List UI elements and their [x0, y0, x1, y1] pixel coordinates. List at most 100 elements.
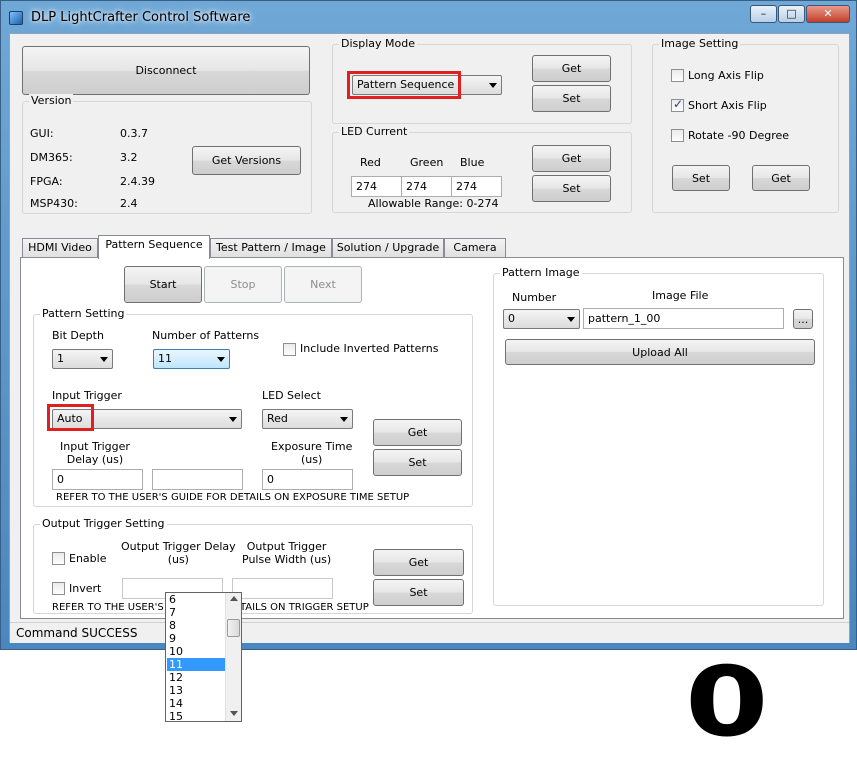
dropdown-option[interactable]: 14 [167, 697, 226, 710]
dropdown-option[interactable]: 12 [167, 671, 226, 684]
green-current-input[interactable]: 274 [401, 176, 452, 197]
chevron-down-icon [217, 357, 225, 362]
pattern-field-hidden[interactable] [152, 469, 243, 490]
enable-label: Enable [69, 552, 107, 565]
long-axis-flip-label: Long Axis Flip [688, 69, 764, 82]
dropdown-option[interactable]: 13 [167, 684, 226, 697]
number-of-patterns-value: 11 [158, 352, 172, 365]
number-of-patterns-select[interactable]: 11 [153, 349, 230, 369]
image-setting-set-button[interactable]: Set [672, 165, 730, 191]
long-axis-flip-checkbox[interactable] [671, 69, 684, 82]
rotate-checkbox[interactable] [671, 129, 684, 142]
upload-all-button[interactable]: Upload All [505, 339, 815, 365]
maximize-button[interactable]: □ [778, 5, 805, 23]
bit-depth-value: 1 [57, 352, 64, 365]
scroll-down-icon[interactable] [230, 711, 238, 716]
red-current-input[interactable]: 274 [351, 176, 402, 197]
invert-checkbox[interactable] [52, 582, 65, 595]
tab-solution-upgrade[interactable]: Solution / Upgrade [332, 238, 444, 258]
title-bar[interactable]: DLP LightCrafter Control Software – □ ✕ [1, 1, 857, 33]
include-inverted-checkbox[interactable] [283, 343, 296, 356]
tab-pattern-sequence[interactable]: Pattern Sequence [98, 235, 210, 259]
image-setting-get-button[interactable]: Get [752, 165, 810, 191]
green-label: Green [410, 156, 444, 169]
close-button[interactable]: ✕ [806, 5, 850, 23]
highlight-box-input-trigger [47, 404, 94, 431]
fpga-label: FPGA: [30, 175, 63, 188]
pattern-number-select[interactable]: 0 [503, 309, 580, 329]
window-title: DLP LightCrafter Control Software [31, 10, 251, 25]
tab-test-pattern-image[interactable]: Test Pattern / Image [210, 238, 332, 258]
exposure-time-label: Exposure Time (us) [271, 440, 353, 466]
image-file-label: Image File [652, 289, 709, 302]
display-mode-title: Display Mode [339, 37, 418, 50]
blue-current-input[interactable]: 274 [451, 176, 502, 197]
chevron-down-icon [489, 83, 497, 88]
number-of-patterns-label: Number of Patterns [152, 329, 260, 342]
display-mode-get-button[interactable]: Get [532, 55, 611, 82]
chevron-down-icon [567, 317, 575, 322]
start-button[interactable]: Start [124, 266, 202, 303]
short-axis-flip-label: Short Axis Flip [688, 99, 767, 112]
led-select-value: Red [267, 412, 288, 425]
gui-value: 0.3.7 [120, 127, 148, 140]
dropdown-option[interactable]: 6 [167, 593, 226, 606]
input-trigger-label: Input Trigger [52, 389, 122, 402]
dropdown-option[interactable]: 9 [167, 632, 226, 645]
pattern-preview: 0 [685, 646, 769, 758]
pattern-setting-title: Pattern Setting [40, 307, 127, 320]
fpga-value: 2.4.39 [120, 175, 155, 188]
dropdown-option[interactable]: 8 [167, 619, 226, 632]
highlight-box-display-mode [347, 71, 461, 99]
pattern-setting-set-button[interactable]: Set [373, 449, 462, 476]
scroll-up-icon[interactable] [230, 596, 238, 601]
dropdown-scrollbar[interactable] [225, 593, 241, 721]
include-inverted-label: Include Inverted Patterns [300, 342, 439, 355]
dropdown-option-selected[interactable]: 11 [167, 658, 226, 671]
app-window: DLP LightCrafter Control Software – □ ✕ … [0, 0, 857, 750]
exposure-time-input[interactable]: 0 [262, 469, 353, 490]
disconnect-button[interactable]: Disconnect [22, 46, 310, 95]
next-button[interactable]: Next [284, 266, 362, 303]
output-trigger-pulse-label: Output Trigger Pulse Width (us) [242, 540, 332, 566]
blue-label: Blue [460, 156, 485, 169]
scroll-thumb[interactable] [227, 619, 240, 637]
pattern-image-title: Pattern Image [500, 266, 582, 279]
number-of-patterns-dropdown-list[interactable]: 6 7 8 9 10 11 12 13 14 15 [165, 592, 242, 722]
image-file-input[interactable]: pattern_1_00 [583, 308, 784, 329]
browse-button[interactable]: ... [793, 309, 813, 329]
stop-button[interactable]: Stop [204, 266, 282, 303]
version-group-title: Version [29, 94, 74, 107]
input-trigger-delay-input[interactable]: 0 [52, 469, 143, 490]
display-mode-set-button[interactable]: Set [532, 85, 611, 112]
dm365-value: 3.2 [120, 151, 138, 164]
tab-camera[interactable]: Camera [444, 238, 506, 258]
led-current-get-button[interactable]: Get [532, 145, 611, 172]
led-select[interactable]: Red [262, 409, 353, 429]
output-trigger-pulse-input[interactable] [232, 578, 333, 599]
bit-depth-select[interactable]: 1 [52, 349, 113, 369]
short-axis-flip-checkbox[interactable] [671, 97, 684, 112]
output-trigger-set-button[interactable]: Set [373, 579, 464, 606]
dropdown-option[interactable]: 7 [167, 606, 226, 619]
gui-label: GUI: [30, 127, 54, 140]
get-versions-button[interactable]: Get Versions [192, 146, 301, 175]
pattern-sequence-panel: Start Stop Next Pattern Setting Bit Dept… [20, 257, 844, 750]
output-trigger-delay-label: Output Trigger Delay (us) [121, 540, 236, 566]
minimize-button[interactable]: – [750, 5, 777, 23]
led-current-set-button[interactable]: Set [532, 175, 611, 202]
enable-checkbox[interactable] [52, 552, 65, 565]
output-trigger-get-button[interactable]: Get [373, 549, 464, 576]
bit-depth-label: Bit Depth [52, 329, 104, 342]
led-current-title: LED Current [339, 125, 410, 138]
tab-hdmi-video[interactable]: HDMI Video [22, 238, 98, 258]
red-label: Red [360, 156, 381, 169]
dropdown-option[interactable]: 10 [167, 645, 226, 658]
invert-label: Invert [69, 582, 102, 595]
client-area: Disconnect Version GUI: 0.3.7 DM365: 3.2… [9, 33, 850, 750]
pattern-setting-get-button[interactable]: Get [373, 419, 462, 446]
dm365-label: DM365: [30, 151, 73, 164]
image-setting-title: Image Setting [659, 37, 741, 50]
dropdown-option[interactable]: 15 [167, 710, 226, 721]
status-text: Command SUCCESS [16, 626, 138, 640]
